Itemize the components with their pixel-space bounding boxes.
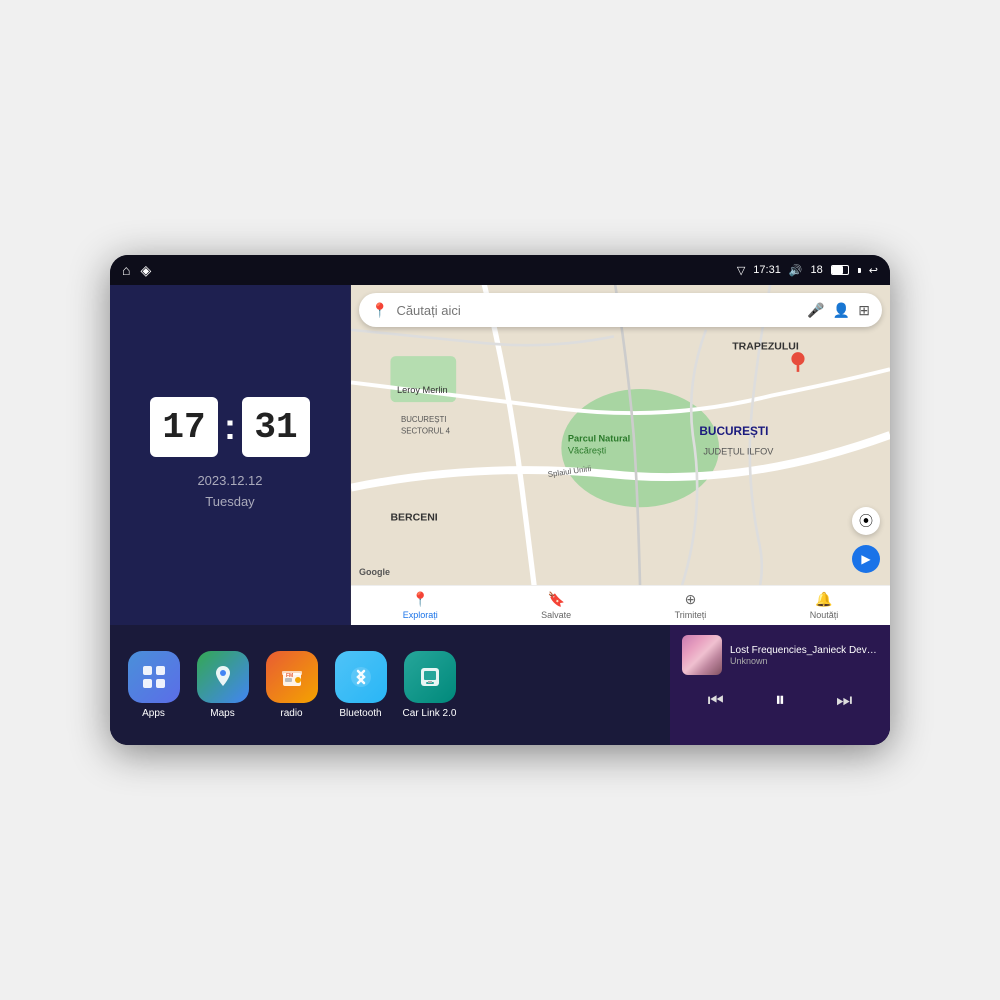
explore-label: Explorați xyxy=(403,610,438,620)
map-location-button[interactable]: ⦿ xyxy=(852,507,880,535)
map-nav-explore[interactable]: 📍 Explorați xyxy=(403,591,438,620)
music-title: Lost Frequencies_Janieck Devy-... xyxy=(730,645,878,656)
app-item-maps[interactable]: Maps xyxy=(195,651,250,719)
music-info: Lost Frequencies_Janieck Devy-... Unknow… xyxy=(682,635,878,675)
status-left: ⌂ ◈ xyxy=(122,262,151,279)
screen: 17 : 31 2023.12.12 Tuesday 📍 🎤 xyxy=(110,285,890,745)
music-thumbnail xyxy=(682,635,722,675)
gps-icon: ▽ xyxy=(737,264,745,277)
grid-icon[interactable]: ⊞ xyxy=(858,302,870,319)
battery-tip-shape xyxy=(858,268,861,273)
map-nav-saved[interactable]: 🔖 Salvate xyxy=(541,591,571,620)
clock-minutes: 31 xyxy=(242,397,310,457)
app-item-radio[interactable]: FM radio xyxy=(264,651,319,719)
music-artist: Unknown xyxy=(730,656,878,666)
explore-icon: 📍 xyxy=(412,591,429,608)
map-search-bar[interactable]: 📍 🎤 👤 ⊞ xyxy=(359,293,882,327)
map-panel[interactable]: 📍 🎤 👤 ⊞ xyxy=(351,285,890,625)
music-text: Lost Frequencies_Janieck Devy-... Unknow… xyxy=(730,645,878,666)
send-icon: ⊕ xyxy=(685,591,697,608)
clock-colon: : xyxy=(224,406,236,448)
svg-text:TRAPEZULUI: TRAPEZULUI xyxy=(732,341,799,353)
map-pin-icon: 📍 xyxy=(371,302,388,319)
map-navigate-button[interactable]: ▶ xyxy=(852,545,880,573)
map-search-icons: 🎤 👤 ⊞ xyxy=(807,302,870,319)
map-bottom-nav: 📍 Explorați 🔖 Salvate ⊕ Trimiteți 🔔 Nout… xyxy=(351,585,890,625)
saved-icon: 🔖 xyxy=(547,591,564,608)
svg-text:BUCUREȘTI: BUCUREȘTI xyxy=(401,415,447,424)
app-item-apps[interactable]: Apps xyxy=(126,651,181,719)
clock-display: 17 : 31 xyxy=(150,397,310,457)
app-item-carlink[interactable]: Car Link 2.0 xyxy=(402,651,457,719)
status-time: 17:31 xyxy=(753,264,781,276)
status-right: ▽ 17:31 🔊 18 ↩ xyxy=(737,264,878,277)
home-icon[interactable]: ⌂ xyxy=(122,262,130,278)
music-controls: ⏮ ⏸ ⏭ xyxy=(682,685,878,716)
top-section: 17 : 31 2023.12.12 Tuesday 📍 🎤 xyxy=(110,285,890,625)
svg-text:Parcul Natural: Parcul Natural xyxy=(568,434,630,444)
prev-button[interactable]: ⏮ xyxy=(700,686,732,715)
radio-icon: FM xyxy=(266,651,318,703)
apps-label: Apps xyxy=(142,708,165,719)
news-label: Noutăți xyxy=(810,610,839,620)
maps-shortcut-icon[interactable]: ◈ xyxy=(140,262,151,279)
device-frame: ⌂ ◈ ▽ 17:31 🔊 18 ↩ 17 : 31 xyxy=(110,255,890,745)
news-icon: 🔔 xyxy=(815,591,832,608)
bluetooth-icon-svg xyxy=(348,664,374,690)
carlink-icon xyxy=(404,651,456,703)
music-player: Lost Frequencies_Janieck Devy-... Unknow… xyxy=(670,625,890,745)
back-icon[interactable]: ↩ xyxy=(869,264,878,277)
saved-label: Salvate xyxy=(541,610,571,620)
voice-search-icon[interactable]: 🎤 xyxy=(807,302,824,319)
map-nav-news[interactable]: 🔔 Noutăți xyxy=(810,591,839,620)
bluetooth-icon xyxy=(335,651,387,703)
clock-date: 2023.12.12 Tuesday xyxy=(197,471,262,513)
svg-text:Văcărești: Văcărești xyxy=(568,445,606,455)
bottom-section: Apps Maps xyxy=(110,625,890,745)
volume-icon: 🔊 xyxy=(789,264,803,277)
clock-hours: 17 xyxy=(150,397,218,457)
apps-icon-svg xyxy=(141,664,167,690)
svg-text:BUCUREȘTI: BUCUREȘTI xyxy=(699,424,768,438)
status-bar: ⌂ ◈ ▽ 17:31 🔊 18 ↩ xyxy=(110,255,890,285)
map-svg: TRAPEZULUI BUCUREȘTI JUDEȚUL ILFOV BERCE… xyxy=(351,285,890,585)
maps-icon xyxy=(197,651,249,703)
account-icon[interactable]: 👤 xyxy=(833,302,850,319)
play-pause-button[interactable]: ⏸ xyxy=(767,685,793,716)
app-item-bluetooth[interactable]: Bluetooth xyxy=(333,651,388,719)
signal-strength: 18 xyxy=(811,264,823,276)
svg-text:Leroy Merlin: Leroy Merlin xyxy=(397,385,448,395)
svg-text:JUDEȚUL ILFOV: JUDEȚUL ILFOV xyxy=(703,447,774,457)
send-label: Trimiteți xyxy=(675,610,707,620)
map-nav-send[interactable]: ⊕ Trimiteți xyxy=(675,591,707,620)
radio-icon-svg: FM xyxy=(279,664,305,690)
google-logo: Google xyxy=(359,567,390,577)
apps-area: Apps Maps xyxy=(110,625,670,745)
radio-label: radio xyxy=(280,708,302,719)
svg-text:FM: FM xyxy=(286,673,293,679)
carlink-icon-svg xyxy=(417,664,443,690)
carlink-label: Car Link 2.0 xyxy=(403,708,457,719)
apps-icon xyxy=(128,651,180,703)
svg-text:BERCENI: BERCENI xyxy=(390,511,437,523)
bluetooth-label: Bluetooth xyxy=(339,708,381,719)
map-search-input[interactable] xyxy=(396,303,799,318)
maps-label: Maps xyxy=(210,708,234,719)
svg-text:SECTORUL 4: SECTORUL 4 xyxy=(401,427,451,436)
clock-panel: 17 : 31 2023.12.12 Tuesday xyxy=(110,285,350,625)
maps-icon-svg xyxy=(210,664,236,690)
next-button[interactable]: ⏭ xyxy=(828,686,860,715)
battery-icon xyxy=(831,265,849,275)
map-background: TRAPEZULUI BUCUREȘTI JUDEȚUL ILFOV BERCE… xyxy=(351,285,890,585)
